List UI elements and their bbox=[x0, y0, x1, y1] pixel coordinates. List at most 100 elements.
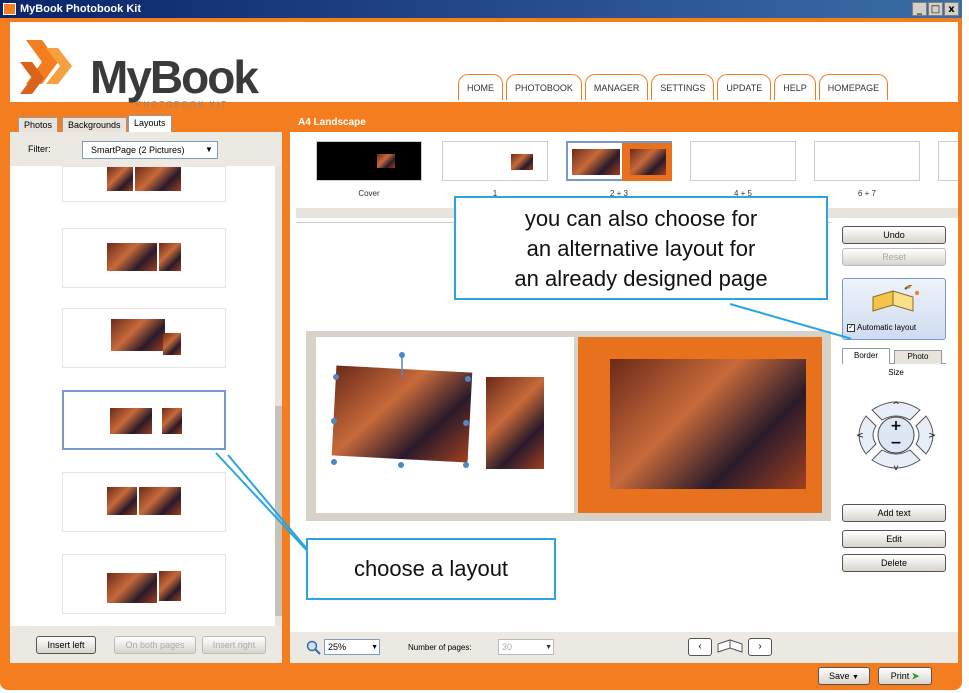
callout-line-3: an already designed page bbox=[514, 266, 768, 291]
nav-help[interactable]: HELP bbox=[774, 74, 816, 100]
print-button[interactable]: Print ➤ bbox=[878, 667, 932, 685]
editor-bottom-bar: 25% ▼ Number of pages: 30 ▼ ‹ › bbox=[290, 632, 958, 663]
zoom-select[interactable]: 25% ▼ bbox=[324, 639, 380, 655]
app-header: MyBook PHOTOBOOK KIT HOME PHOTOBOOK MANA… bbox=[10, 22, 958, 109]
layouts-panel: Photos Backgrounds Layouts Filter: Smart… bbox=[10, 108, 282, 663]
pages-select[interactable]: 30 ▼ bbox=[498, 639, 554, 655]
svg-text:<: < bbox=[856, 431, 864, 441]
spread-thumb-4-5[interactable] bbox=[690, 141, 796, 181]
main-nav: HOME PHOTOBOOK MANAGER SETTINGS UPDATE H… bbox=[455, 74, 889, 100]
right-page[interactable] bbox=[578, 337, 822, 513]
spread-label: Cover bbox=[358, 189, 380, 198]
add-text-button[interactable]: Add text bbox=[842, 504, 946, 522]
tab-photos[interactable]: Photos bbox=[18, 117, 59, 132]
layout-list bbox=[10, 166, 275, 626]
spread-thumb-2-3[interactable] bbox=[566, 141, 672, 181]
tab-layouts[interactable]: Layouts bbox=[128, 115, 172, 132]
title-bar: MyBook Photobook Kit _ □ x bbox=[0, 0, 962, 18]
logo-chevrons-icon bbox=[20, 40, 72, 94]
automatic-layout-label: Automatic layout bbox=[857, 323, 917, 332]
window-controls: _ □ x bbox=[912, 2, 959, 16]
nav-manager[interactable]: MANAGER bbox=[584, 74, 649, 100]
undo-button[interactable]: Undo bbox=[842, 226, 946, 244]
pages-label: Number of pages: bbox=[408, 643, 472, 652]
zoom-icon bbox=[306, 640, 321, 655]
layout-list-scrollbar[interactable] bbox=[275, 166, 282, 626]
next-spread-button[interactable]: › bbox=[748, 638, 772, 656]
arrow-right-icon: ➤ bbox=[911, 671, 920, 681]
svg-text:+: + bbox=[890, 418, 902, 434]
chevron-down-icon: ▼ bbox=[545, 644, 552, 651]
save-button[interactable]: Save ▼ bbox=[818, 667, 870, 685]
photobook-spread[interactable] bbox=[306, 331, 831, 521]
selection-handles bbox=[331, 352, 471, 468]
layout-option[interactable] bbox=[62, 472, 226, 532]
insert-buttons-bar: Insert left On both pages Insert right bbox=[10, 626, 282, 663]
svg-text:>: > bbox=[928, 431, 936, 441]
svg-text:−: − bbox=[890, 435, 902, 451]
nav-update[interactable]: UPDATE bbox=[717, 74, 772, 100]
left-panel-tabs: Photos Backgrounds Layouts bbox=[10, 108, 282, 132]
svg-text:v: v bbox=[894, 463, 899, 472]
nav-homepage[interactable]: HOMEPAGE bbox=[818, 74, 889, 100]
print-label: Print bbox=[890, 671, 910, 681]
tab-border[interactable]: Border bbox=[842, 348, 890, 364]
callout-line-2: an alternative layout for bbox=[526, 236, 756, 261]
filter-value: SmartPage (2 Pictures) bbox=[91, 145, 185, 155]
window-title: MyBook Photobook Kit bbox=[20, 3, 141, 15]
app-icon bbox=[3, 3, 16, 15]
layout-option[interactable] bbox=[62, 308, 226, 368]
spread-thumb-6-7[interactable] bbox=[814, 141, 920, 181]
close-button[interactable]: x bbox=[944, 2, 959, 16]
left-page[interactable] bbox=[316, 337, 574, 513]
on-both-pages-button[interactable]: On both pages bbox=[114, 636, 196, 654]
layout-option[interactable] bbox=[62, 554, 226, 614]
spread-thumb-cover[interactable] bbox=[316, 141, 422, 181]
callout-line-1: you can also choose for bbox=[524, 206, 758, 231]
pages-value: 30 bbox=[502, 642, 513, 652]
filter-select[interactable]: SmartPage (2 Pictures) ▼ bbox=[82, 141, 218, 159]
reset-button[interactable]: Reset bbox=[842, 248, 946, 266]
delete-button[interactable]: Delete bbox=[842, 554, 946, 572]
insert-right-button[interactable]: Insert right bbox=[202, 636, 266, 654]
spread-thumb-partial[interactable] bbox=[938, 141, 958, 181]
svg-text:^: ^ bbox=[892, 401, 900, 411]
nav-home[interactable]: HOME bbox=[458, 74, 503, 100]
checkbox-checked-icon[interactable]: ✓ bbox=[847, 323, 855, 332]
layout-option[interactable] bbox=[62, 166, 226, 202]
insert-left-button[interactable]: Insert left bbox=[36, 636, 96, 654]
logo-wordmark: MyBook bbox=[90, 51, 259, 103]
footer-bar: Save ▼ Print ➤ bbox=[10, 663, 958, 690]
filter-label: Filter: bbox=[28, 144, 51, 154]
callout-choose-layout: choose a layout bbox=[306, 538, 556, 600]
callout-alternative-layout: you can also choose for an alternative l… bbox=[454, 196, 828, 300]
layout-option[interactable] bbox=[62, 228, 226, 288]
zoom-value: 25% bbox=[328, 642, 347, 652]
size-dpad[interactable]: + − ^ v < > bbox=[846, 380, 946, 490]
edit-button[interactable]: Edit bbox=[842, 530, 946, 548]
open-book-icon bbox=[716, 638, 744, 656]
magic-book-icon bbox=[872, 285, 919, 312]
chevron-down-icon: ▼ bbox=[205, 145, 213, 154]
automatic-layout-checkbox-row[interactable]: ✓ Automatic layout bbox=[847, 323, 916, 332]
size-label: Size bbox=[888, 368, 904, 377]
tab-backgrounds[interactable]: Backgrounds bbox=[62, 117, 127, 132]
edit-controls: Undo Reset ✓ Automatic layout Border Pho… bbox=[838, 222, 954, 632]
save-label: Save bbox=[829, 671, 850, 681]
prev-spread-button[interactable]: ‹ bbox=[688, 638, 712, 656]
chevron-down-icon: ▼ bbox=[371, 644, 378, 651]
filter-row: Filter: SmartPage (2 Pictures) ▼ bbox=[10, 132, 282, 166]
nav-photobook[interactable]: PHOTOBOOK bbox=[506, 74, 582, 100]
border-photo-tabs: Border Photo bbox=[842, 346, 946, 364]
layout-option-selected[interactable] bbox=[62, 390, 226, 450]
spread-label: 6 + 7 bbox=[857, 189, 876, 198]
mybook-logo: MyBook PHOTOBOOK KIT bbox=[18, 32, 259, 109]
photo-frame-full[interactable] bbox=[610, 359, 806, 489]
automatic-layout-button[interactable]: ✓ Automatic layout bbox=[842, 278, 946, 340]
format-title: A4 Landscape bbox=[290, 108, 958, 132]
nav-settings[interactable]: SETTINGS bbox=[651, 74, 715, 100]
tab-photo[interactable]: Photo bbox=[894, 350, 942, 364]
spread-thumb-1[interactable] bbox=[442, 141, 548, 181]
minimize-button[interactable]: _ bbox=[912, 2, 927, 16]
maximize-button[interactable]: □ bbox=[928, 2, 943, 16]
